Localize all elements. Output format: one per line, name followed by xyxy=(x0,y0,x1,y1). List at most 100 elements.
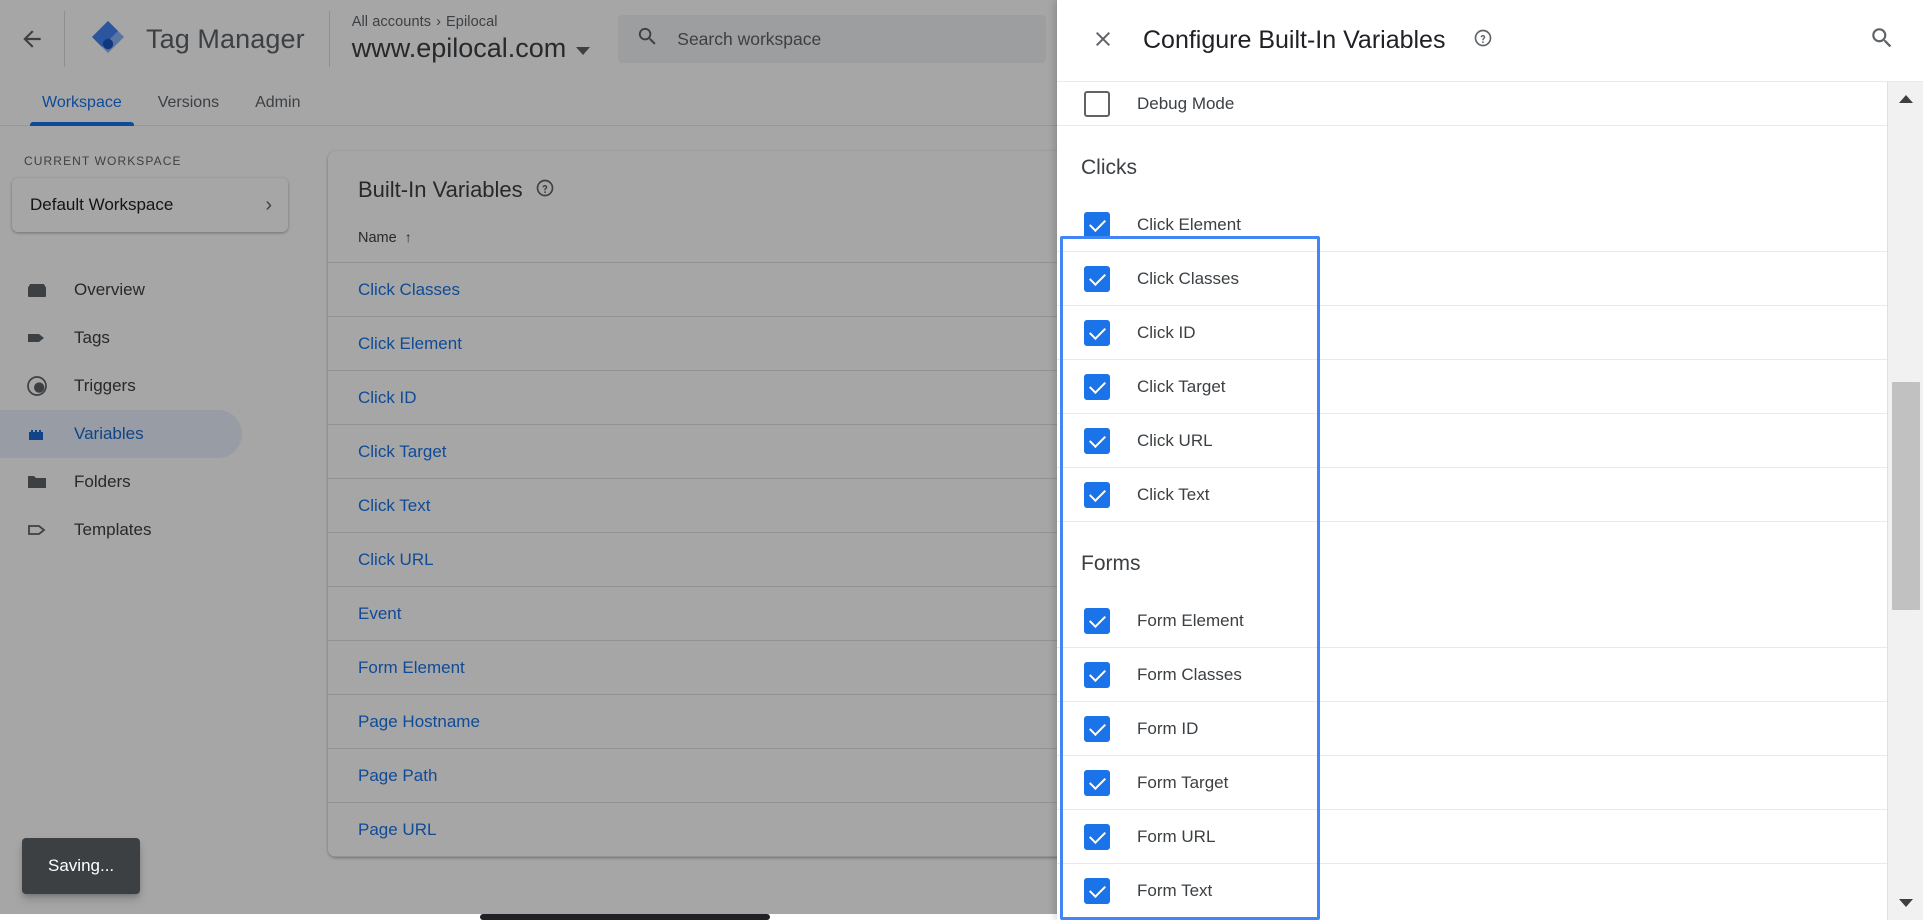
panel-body: Debug Mode Clicks Click Element xyxy=(1057,82,1923,920)
checkbox-form-element[interactable] xyxy=(1084,608,1110,634)
checkbox-click-target[interactable] xyxy=(1084,374,1110,400)
variable-link[interactable]: Page Hostname xyxy=(358,712,480,731)
panel-scrollbar[interactable] xyxy=(1887,82,1923,920)
help-circle-icon[interactable] xyxy=(535,178,555,203)
account-selector[interactable]: All accounts › Epilocal www.epilocal.com xyxy=(330,14,591,64)
trigger-icon xyxy=(24,374,50,398)
horizontal-scrollbar[interactable] xyxy=(0,914,1057,920)
back-button[interactable] xyxy=(0,0,64,78)
horizontal-scrollbar-thumb[interactable] xyxy=(480,914,770,920)
group-title-clicks: Clicks xyxy=(1057,126,1887,198)
overview-icon xyxy=(24,278,50,302)
checkbox-row-form-text[interactable]: Form Text xyxy=(1057,864,1887,918)
checkbox-row-form-target[interactable]: Form Target xyxy=(1057,756,1887,810)
variable-link[interactable]: Click Text xyxy=(358,496,430,515)
sidebar: CURRENT WORKSPACE Default Workspace › Ov… xyxy=(0,127,306,920)
checkbox-row-click-target[interactable]: Click Target xyxy=(1057,360,1887,414)
variable-link[interactable]: Page URL xyxy=(358,820,436,839)
caret-up-icon[interactable] xyxy=(1888,82,1923,116)
checkbox-row-click-element[interactable]: Click Element xyxy=(1057,198,1887,252)
sidebar-item-label-folders: Folders xyxy=(74,472,131,492)
checkbox-debug-mode[interactable] xyxy=(1084,91,1110,117)
group-forms: Forms Form Element Form Classes Form ID xyxy=(1057,522,1887,918)
checkbox-row-click-url[interactable]: Click URL xyxy=(1057,414,1887,468)
variable-link[interactable]: Click Classes xyxy=(358,280,460,299)
tab-workspace[interactable]: Workspace xyxy=(24,94,140,125)
label-track: Click Classes xyxy=(1137,252,1887,305)
label-track: Click Element xyxy=(1137,198,1887,251)
checkbox-cell xyxy=(1057,662,1137,688)
caret-down-icon[interactable] xyxy=(1888,886,1923,920)
status-toast: Saving... xyxy=(22,838,140,894)
sidebar-item-label-overview: Overview xyxy=(74,280,145,300)
variable-link[interactable]: Event xyxy=(358,604,401,623)
variables-icon xyxy=(24,422,50,446)
checkbox-label-form-text: Form Text xyxy=(1137,881,1212,901)
panel-scrollbar-thumb[interactable] xyxy=(1892,382,1920,610)
checkbox-label-click-text: Click Text xyxy=(1137,485,1209,505)
checkbox-cell xyxy=(1057,716,1137,742)
checkbox-click-url[interactable] xyxy=(1084,428,1110,454)
breadcrumb-account[interactable]: Epilocal xyxy=(446,14,498,30)
checkbox-row-click-text[interactable]: Click Text xyxy=(1057,468,1887,522)
variable-link[interactable]: Click ID xyxy=(358,388,417,407)
sidebar-item-variables[interactable]: Variables xyxy=(0,410,242,458)
checkbox-label-form-id: Form ID xyxy=(1137,719,1198,739)
variable-link[interactable]: Page Path xyxy=(358,766,437,785)
checkbox-label-click-classes: Click Classes xyxy=(1137,269,1239,289)
checkbox-form-classes[interactable] xyxy=(1084,662,1110,688)
variable-link[interactable]: Click URL xyxy=(358,550,434,569)
tab-versions[interactable]: Versions xyxy=(140,94,237,125)
label-track: Form URL xyxy=(1137,810,1887,863)
checkbox-form-url[interactable] xyxy=(1084,824,1110,850)
brand[interactable]: Tag Manager xyxy=(65,18,329,60)
breadcrumb-separator: › xyxy=(436,14,441,30)
tag-manager-logo-icon xyxy=(87,18,129,60)
checkbox-row-click-id[interactable]: Click ID xyxy=(1057,306,1887,360)
tag-icon xyxy=(24,326,50,350)
variable-link[interactable]: Click Target xyxy=(358,442,447,461)
sidebar-item-label-variables: Variables xyxy=(74,424,144,444)
current-workspace-label: CURRENT WORKSPACE xyxy=(0,154,306,168)
sidebar-item-label-templates: Templates xyxy=(74,520,151,540)
checkbox-cell xyxy=(1057,320,1137,346)
tab-admin[interactable]: Admin xyxy=(237,94,318,125)
checkbox-row-form-url[interactable]: Form URL xyxy=(1057,810,1887,864)
checkbox-click-element[interactable] xyxy=(1084,212,1110,238)
checkbox-click-classes[interactable] xyxy=(1084,266,1110,292)
help-circle-icon[interactable] xyxy=(1473,28,1493,53)
checkbox-click-text[interactable] xyxy=(1084,482,1110,508)
search-placeholder: Search workspace xyxy=(677,29,821,50)
breadcrumb-all-accounts[interactable]: All accounts xyxy=(352,14,431,30)
variable-link[interactable]: Click Element xyxy=(358,334,462,353)
sidebar-item-label-tags: Tags xyxy=(74,328,110,348)
sort-ascending-icon: ↑ xyxy=(405,229,412,245)
checkbox-row-form-classes[interactable]: Form Classes xyxy=(1057,648,1887,702)
checkbox-label-form-classes: Form Classes xyxy=(1137,665,1242,685)
checkbox-form-text[interactable] xyxy=(1084,878,1110,904)
checkbox-row-click-classes[interactable]: Click Classes xyxy=(1057,252,1887,306)
sidebar-item-templates[interactable]: Templates xyxy=(0,506,242,554)
status-toast-message: Saving... xyxy=(48,856,114,876)
search-input[interactable]: Search workspace xyxy=(618,15,1046,63)
checkbox-form-target[interactable] xyxy=(1084,770,1110,796)
checkbox-form-id[interactable] xyxy=(1084,716,1110,742)
container-name-row[interactable]: www.epilocal.com xyxy=(352,33,591,64)
checkbox-row-debug-mode[interactable]: Debug Mode xyxy=(1057,82,1887,126)
checkbox-row-form-element[interactable]: Form Element xyxy=(1057,594,1887,648)
sidebar-item-triggers[interactable]: Triggers xyxy=(0,362,242,410)
checkbox-cell xyxy=(1057,770,1137,796)
checkbox-label-debug-mode: Debug Mode xyxy=(1137,94,1234,114)
workspace-selector[interactable]: Default Workspace › xyxy=(12,178,288,232)
sidebar-item-tags[interactable]: Tags xyxy=(0,314,242,362)
checkbox-click-id[interactable] xyxy=(1084,320,1110,346)
sidebar-item-folders[interactable]: Folders xyxy=(0,458,242,506)
column-header-name-label: Name xyxy=(358,230,397,246)
variable-link[interactable]: Form Element xyxy=(358,658,465,677)
group-title-forms: Forms xyxy=(1057,522,1887,594)
sidebar-item-overview[interactable]: Overview xyxy=(0,266,242,314)
search-icon[interactable] xyxy=(1869,25,1895,56)
checkbox-row-form-id[interactable]: Form ID xyxy=(1057,702,1887,756)
close-icon[interactable] xyxy=(1091,27,1115,55)
checkbox-label-click-url: Click URL xyxy=(1137,431,1213,451)
